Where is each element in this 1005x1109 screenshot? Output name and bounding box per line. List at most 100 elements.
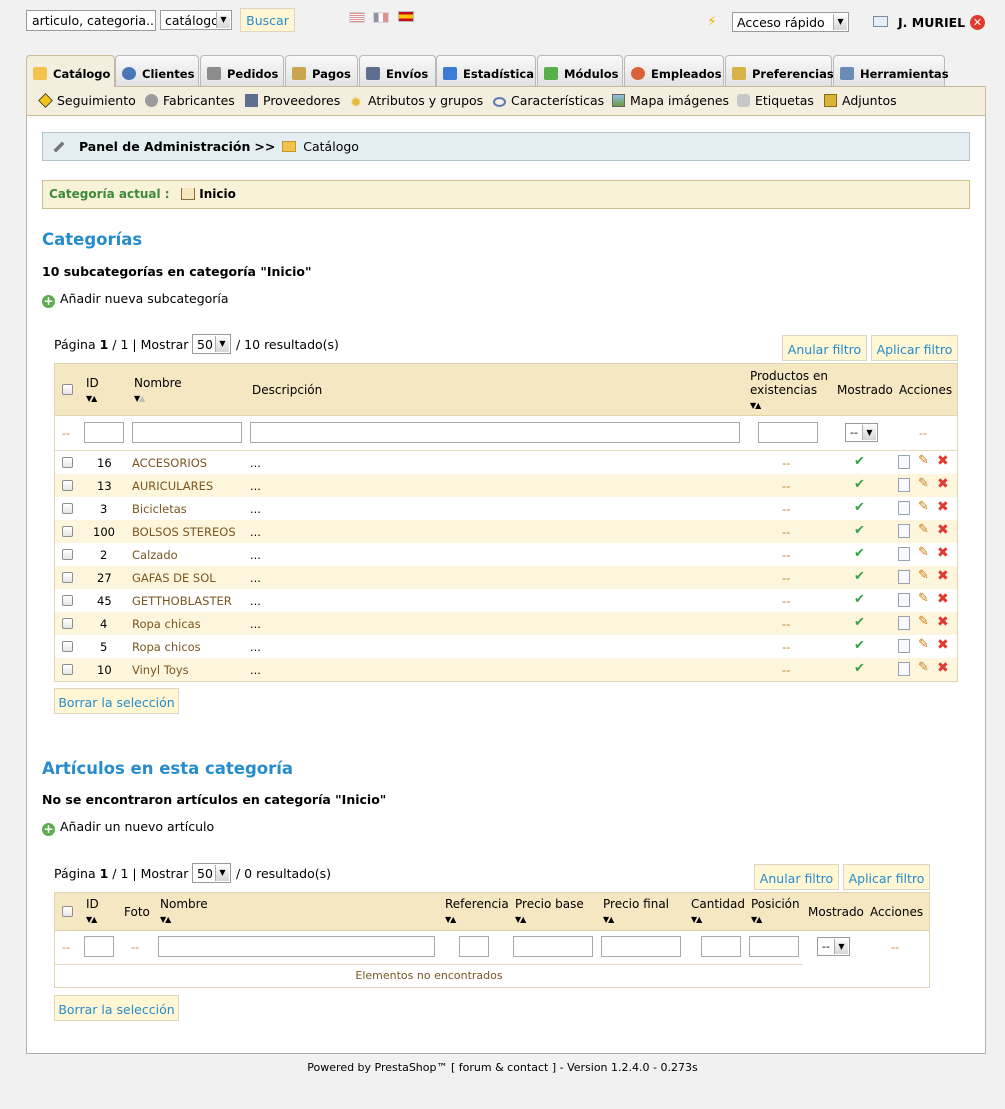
delete-icon[interactable]: ✖ xyxy=(937,614,949,630)
row-checkbox[interactable] xyxy=(62,664,73,675)
sort-arrows-icon[interactable]: ▼▲ xyxy=(691,915,702,924)
filter-name-input[interactable] xyxy=(132,422,242,443)
table-row[interactable]: 5 Ropa chicos ... -- ✔ ✎ ✖ xyxy=(55,635,957,658)
shown-check-icon[interactable]: ✔ xyxy=(854,661,865,676)
edit-icon[interactable]: ✎ xyxy=(918,499,929,514)
filter-position-input[interactable] xyxy=(749,936,799,957)
row-checkbox[interactable] xyxy=(62,526,73,537)
row-name[interactable]: Bicicletas xyxy=(132,502,187,516)
flag-en-icon[interactable] xyxy=(349,12,365,23)
sort-arrows-icon[interactable]: ▼▲ xyxy=(603,915,614,924)
apply-filter-button[interactable]: Aplicar filtro xyxy=(843,864,930,890)
tab-modulos[interactable]: Módulos xyxy=(537,55,623,86)
tab-herramientas[interactable]: Herramientas xyxy=(833,55,949,86)
subtab-fabricantes[interactable]: Fabricantes xyxy=(145,93,235,108)
search-button[interactable]: Buscar xyxy=(240,8,295,32)
edit-icon[interactable]: ✎ xyxy=(918,476,929,491)
row-checkbox[interactable] xyxy=(62,641,73,652)
table-row[interactable]: 16 ACCESORIOS ... -- ✔ ✎ ✖ xyxy=(55,451,957,474)
logout-icon[interactable]: ✕ xyxy=(970,15,985,30)
subtab-adjuntos[interactable]: Adjuntos xyxy=(824,93,897,108)
delete-icon[interactable]: ✖ xyxy=(937,522,949,538)
filter-stock-input[interactable] xyxy=(758,422,818,443)
tab-clientes[interactable]: Clientes xyxy=(115,55,199,86)
edit-icon[interactable]: ✎ xyxy=(918,545,929,560)
sort-arrows-icon[interactable]: ▼▲ xyxy=(445,915,456,924)
filter-reference-input[interactable] xyxy=(459,936,489,957)
flag-es-icon[interactable] xyxy=(398,11,414,22)
filter-description-input[interactable] xyxy=(250,422,740,443)
delete-icon[interactable]: ✖ xyxy=(937,591,949,607)
subtab-etiquetas[interactable]: Etiquetas xyxy=(737,93,814,108)
filter-quantity-input[interactable] xyxy=(701,936,741,957)
subtab-seguimiento[interactable]: Seguimiento xyxy=(38,93,136,108)
delete-icon[interactable]: ✖ xyxy=(937,568,949,584)
view-icon[interactable] xyxy=(898,662,910,676)
table-row[interactable]: 3 Bicicletas ... -- ✔ ✎ ✖ xyxy=(55,497,957,520)
apply-filter-button[interactable]: Aplicar filtro xyxy=(871,335,958,361)
shown-check-icon[interactable]: ✔ xyxy=(854,454,865,469)
shown-check-icon[interactable]: ✔ xyxy=(854,523,865,538)
table-row[interactable]: 4 Ropa chicas ... -- ✔ ✎ ✖ xyxy=(55,612,957,635)
shown-check-icon[interactable]: ✔ xyxy=(854,500,865,515)
delete-icon[interactable]: ✖ xyxy=(937,476,949,492)
flag-fr-icon[interactable] xyxy=(373,12,389,23)
subtab-proveedores[interactable]: Proveedores xyxy=(245,93,340,108)
row-name[interactable]: ACCESORIOS xyxy=(132,456,207,470)
filter-shown-select[interactable]: -- ▼ xyxy=(817,937,850,956)
shown-check-icon[interactable]: ✔ xyxy=(854,615,865,630)
row-checkbox[interactable] xyxy=(62,618,73,629)
tab-preferencias[interactable]: Preferencias xyxy=(725,55,834,86)
current-category-value[interactable]: Inicio xyxy=(199,187,236,201)
subtab-mapa-imagenes[interactable]: Mapa imágenes xyxy=(612,93,729,108)
tab-pedidos[interactable]: Pedidos xyxy=(200,55,284,86)
view-icon[interactable] xyxy=(898,593,910,607)
select-all-checkbox[interactable] xyxy=(62,384,73,395)
per-page-select[interactable]: 50 ▼ xyxy=(192,863,231,883)
row-name[interactable]: Calzado xyxy=(132,548,178,562)
filter-id-input[interactable] xyxy=(84,936,114,957)
subtab-atributos[interactable]: ✹ Atributos y grupos xyxy=(350,93,483,110)
filter-id-input[interactable] xyxy=(84,422,124,443)
table-row[interactable]: 13 AURICULARES ... -- ✔ ✎ ✖ xyxy=(55,474,957,497)
table-row[interactable]: 27 GAFAS DE SOL ... -- ✔ ✎ ✖ xyxy=(55,566,957,589)
subtab-caracteristicas[interactable]: Características xyxy=(493,93,604,108)
shown-check-icon[interactable]: ✔ xyxy=(854,638,865,653)
view-icon[interactable] xyxy=(898,501,910,515)
sort-arrows-icon[interactable]: ▼▲ xyxy=(160,915,171,924)
delete-icon[interactable]: ✖ xyxy=(937,453,949,469)
clear-selection-button[interactable]: Borrar la selección xyxy=(54,688,179,714)
delete-icon[interactable]: ✖ xyxy=(937,545,949,561)
edit-icon[interactable]: ✎ xyxy=(918,453,929,468)
view-icon[interactable] xyxy=(898,547,910,561)
view-icon[interactable] xyxy=(898,478,910,492)
add-product-link[interactable]: + Añadir un nuevo artículo xyxy=(42,819,214,836)
shown-check-icon[interactable]: ✔ xyxy=(854,592,865,607)
filter-shown-select[interactable]: -- ▼ xyxy=(845,423,878,442)
filter-base-price-input[interactable] xyxy=(513,936,593,957)
tab-catalogo[interactable]: Catálogo xyxy=(26,55,115,87)
sort-arrows-icon[interactable]: ▼▲ xyxy=(86,915,97,924)
edit-icon[interactable]: ✎ xyxy=(918,660,929,675)
table-row[interactable]: 2 Calzado ... -- ✔ ✎ ✖ xyxy=(55,543,957,566)
select-all-checkbox[interactable] xyxy=(62,906,73,917)
row-checkbox[interactable] xyxy=(62,480,73,491)
edit-icon[interactable]: ✎ xyxy=(918,614,929,629)
shown-check-icon[interactable]: ✔ xyxy=(854,569,865,584)
row-checkbox[interactable] xyxy=(62,572,73,583)
row-name[interactable]: GAFAS DE SOL xyxy=(132,571,216,585)
filter-name-input[interactable] xyxy=(158,936,435,957)
sort-arrows-icon[interactable]: ▼▲ xyxy=(750,401,761,410)
edit-icon[interactable]: ✎ xyxy=(918,568,929,583)
row-name[interactable]: GETTHOBLASTER xyxy=(132,594,232,608)
reset-filter-button[interactable]: Anular filtro xyxy=(754,864,839,890)
table-row[interactable]: 45 GETTHOBLASTER ... -- ✔ ✎ ✖ xyxy=(55,589,957,612)
add-subcategory-link[interactable]: + Añadir nueva subcategoría xyxy=(42,291,229,308)
search-input[interactable]: articulo, categoria... xyxy=(26,10,156,31)
sort-arrows-icon[interactable]: ▼▲ xyxy=(515,915,526,924)
edit-icon[interactable]: ✎ xyxy=(918,522,929,537)
sort-arrows-icon[interactable]: ▼▲ xyxy=(86,394,97,403)
shown-check-icon[interactable]: ✔ xyxy=(854,546,865,561)
edit-icon[interactable]: ✎ xyxy=(918,591,929,606)
view-icon[interactable] xyxy=(898,639,910,653)
